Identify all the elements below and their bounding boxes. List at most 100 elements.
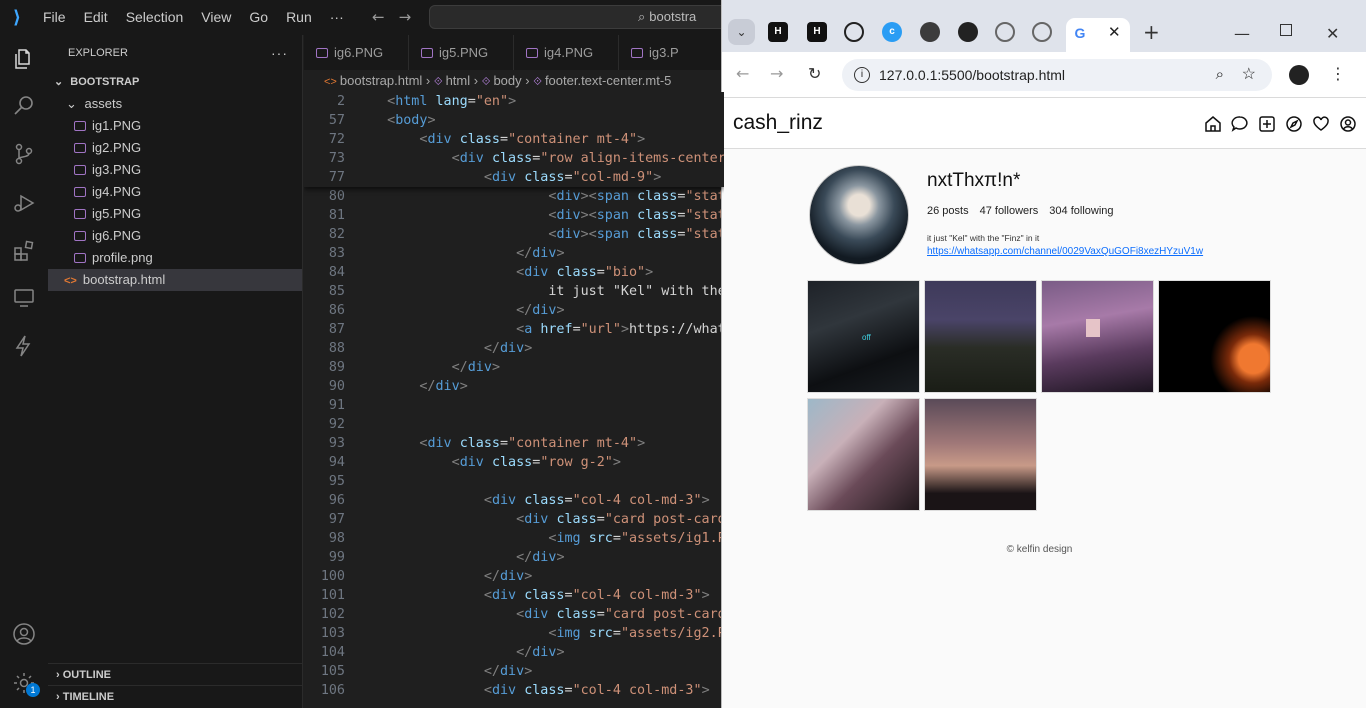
lightning-icon[interactable]	[12, 334, 36, 358]
code-token: <	[387, 113, 396, 128]
menu-item-1[interactable]: Edit	[75, 0, 117, 35]
editor-tab[interactable]: ig4.PNG	[514, 35, 619, 70]
maximize-icon[interactable]	[1280, 24, 1292, 36]
brand-logo[interactable]: cash_rinz	[733, 111, 823, 135]
file-item[interactable]: profile.png	[48, 247, 302, 269]
breadcrumb-item[interactable]: footer.text-center.mt-5	[545, 73, 671, 88]
tab-search-icon[interactable]: ⌄	[728, 19, 755, 45]
search-icon[interactable]	[12, 93, 36, 117]
history-nav[interactable]: ←→	[372, 8, 425, 26]
tab-favicon-globe1[interactable]	[995, 22, 1015, 42]
tab-favicon-h1[interactable]: H	[768, 22, 788, 42]
reload-icon[interactable]: ↻	[808, 64, 821, 83]
editor-tab[interactable]: ig3.P	[619, 35, 724, 70]
code-editor[interactable]: 2 <html lang="en"> 57 <body> 72 <div class…	[304, 92, 724, 708]
file-item[interactable]: ig2.PNG	[48, 137, 302, 159]
project-folder[interactable]: ⌄ BOOTSTRAP	[48, 71, 302, 93]
close-window-icon[interactable]: ✕	[1326, 24, 1339, 43]
code-token: class	[556, 512, 597, 527]
code-token: div	[491, 170, 517, 185]
breadcrumb-item[interactable]: bootstrap.html	[340, 73, 422, 88]
tab-favicon-h2[interactable]: H	[807, 22, 827, 42]
home-icon[interactable]	[1204, 115, 1222, 133]
following-count[interactable]: 304 following	[1049, 205, 1113, 217]
profile-avatar[interactable]	[1289, 65, 1309, 85]
profile-icon[interactable]	[1339, 115, 1357, 133]
tab-favicon-globe2[interactable]	[1032, 22, 1052, 42]
file-item[interactable]: ig1.PNG	[48, 115, 302, 137]
assets-folder[interactable]: ⌄ assets	[48, 93, 302, 115]
command-center-search[interactable]: ⌕ bootstra	[429, 5, 729, 29]
followers-count[interactable]: 47 followers	[980, 205, 1039, 217]
menu-item-4[interactable]: Go	[240, 0, 277, 35]
site-info-icon[interactable]: i	[854, 67, 870, 83]
explorer-title: EXPLORER	[68, 47, 128, 59]
file-label: ig4.PNG	[92, 184, 142, 199]
forward-icon[interactable]: →	[770, 64, 783, 83]
menu-item-2[interactable]: Selection	[117, 0, 193, 35]
file-item[interactable]: ig5.PNG	[48, 203, 302, 225]
code-line: 92	[304, 415, 724, 434]
tab-favicon-c[interactable]: c	[882, 22, 902, 42]
profile-link[interactable]: https://whatsapp.com/channel/0029VaxQuGO…	[927, 246, 1203, 257]
menu-kebab-icon[interactable]: ⋮	[1330, 64, 1346, 83]
post-image-3[interactable]	[1041, 280, 1154, 393]
heart-icon[interactable]	[1312, 115, 1330, 133]
menu-item-0[interactable]: File	[34, 0, 75, 35]
outline-section[interactable]: › OUTLINE	[48, 663, 302, 685]
back-icon[interactable]: ←	[736, 64, 749, 83]
post-image-5[interactable]	[807, 398, 920, 511]
source-control-icon[interactable]	[12, 142, 36, 166]
minimize-icon[interactable]: —	[1234, 24, 1250, 43]
file-item[interactable]: ig6.PNG	[48, 225, 302, 247]
address-bar[interactable]: i 127.0.0.1:5500/bootstrap.html ⌕ ☆	[842, 59, 1272, 91]
code-line: 91	[304, 396, 724, 415]
code-token: div	[435, 379, 460, 394]
editor-tab[interactable]: ig5.PNG	[409, 35, 514, 70]
code-line: 84 <div class="bio">	[304, 263, 724, 282]
timeline-section[interactable]: › TIMELINE	[48, 685, 302, 707]
account-icon[interactable]	[12, 622, 36, 646]
tab-favicon-ghost[interactable]	[920, 22, 940, 42]
editor-tab[interactable]: ig6.PNG	[304, 35, 409, 70]
menu-item-6[interactable]: ···	[321, 0, 353, 35]
profile-picture[interactable]	[809, 165, 909, 265]
breadcrumb-item[interactable]: html	[446, 73, 471, 88]
code-token: =	[500, 436, 509, 451]
post-image-4[interactable]	[1158, 280, 1271, 393]
post-image-1[interactable]: off	[807, 280, 920, 393]
bookmark-star-icon[interactable]: ☆	[1242, 59, 1256, 91]
file-item[interactable]: ig4.PNG	[48, 181, 302, 203]
chat-icon[interactable]	[1231, 115, 1249, 133]
remote-explorer-icon[interactable]	[12, 286, 36, 310]
more-actions-icon[interactable]: ···	[271, 35, 288, 71]
post-image-2[interactable]	[924, 280, 1037, 393]
tab-favicon-github[interactable]	[958, 22, 978, 42]
line-number: 98	[328, 531, 345, 546]
menu-item-5[interactable]: Run	[277, 0, 321, 35]
extensions-icon[interactable]	[12, 239, 36, 263]
navbar-icons	[1204, 115, 1357, 133]
close-tab-icon[interactable]: ✕	[1108, 23, 1121, 41]
code-line: 103 <img src="assets/ig2.PNG"	[304, 624, 724, 643]
tab-favicon-openai[interactable]	[844, 22, 864, 42]
code-token: img	[556, 531, 581, 546]
add-post-icon[interactable]	[1258, 115, 1276, 133]
compass-icon[interactable]	[1285, 115, 1303, 133]
menu-item-3[interactable]: View	[192, 0, 240, 35]
new-tab-icon[interactable]: +	[1143, 20, 1160, 44]
run-debug-icon[interactable]	[12, 191, 36, 215]
file-bootstrap-html[interactable]: <> bootstrap.html	[48, 269, 302, 291]
post-image-6[interactable]	[924, 398, 1037, 511]
file-item[interactable]: ig3.PNG	[48, 159, 302, 181]
zoom-icon[interactable]: ⌕	[1216, 59, 1224, 91]
gear-icon[interactable]: 1	[12, 671, 40, 697]
breadcrumb-item[interactable]: body	[493, 73, 521, 88]
explorer-icon[interactable]	[12, 47, 36, 71]
code-line: 97 <div class="card post-card">	[304, 510, 724, 529]
